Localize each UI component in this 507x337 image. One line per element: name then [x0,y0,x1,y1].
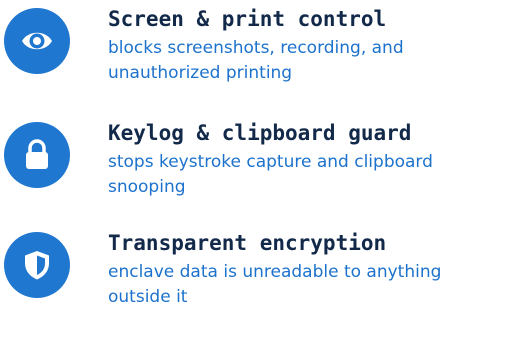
feature-title: Keylog & clipboard guard [108,121,412,145]
feature-description: enclave data is unreadable to anything o… [108,262,442,307]
shield-icon [4,232,70,298]
feature-description: blocks screenshots, recording, and unaut… [108,38,404,83]
eye-icon [4,8,70,74]
feature-title: Screen & print control [108,7,387,31]
feature-keylog-clipboard-guard: Keylog & clipboard guard stops keystroke… [0,118,507,218]
lock-icon [4,122,70,188]
feature-transparent-encryption: Transparent encryption enclave data is u… [0,228,507,328]
feature-description: stops keystroke capture and clipboard sn… [108,152,433,197]
feature-title: Transparent encryption [108,231,387,255]
feature-screen-print-control: Screen & print control blocks screenshot… [0,4,507,104]
